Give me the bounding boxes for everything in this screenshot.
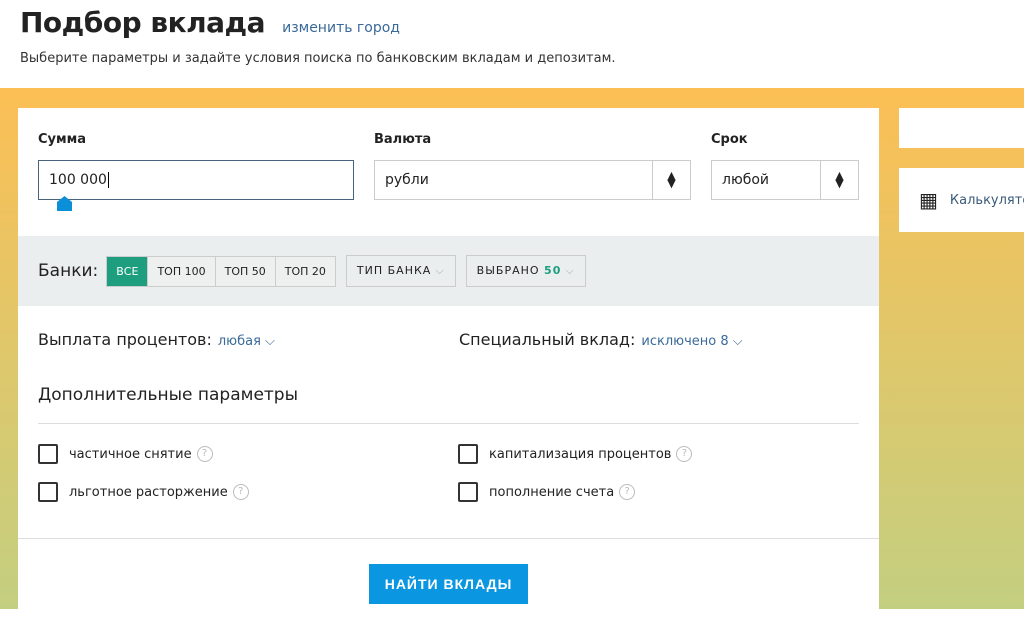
payout-filter: Выплата процентов: любая ⌵ xyxy=(38,330,275,349)
find-deposits-button[interactable]: НАЙТИ ВКЛАДЫ xyxy=(369,564,528,604)
segment-top50[interactable]: ТОП 50 xyxy=(214,256,275,286)
selected-banks-dropdown[interactable]: ВЫБРАНО 50 ⌵ xyxy=(465,255,586,287)
option-label: льготное расторжение xyxy=(69,484,228,500)
change-city-link[interactable]: изменить город xyxy=(282,20,400,36)
sum-label: Сумма xyxy=(38,132,87,147)
selected-count: 50 xyxy=(544,264,562,277)
term-value: любой xyxy=(722,172,770,188)
special-dropdown[interactable]: исключено 8 ⌵ xyxy=(641,334,742,349)
text-cursor xyxy=(107,172,109,188)
currency-select[interactable]: рубли ▲ ▼ xyxy=(374,160,691,200)
chevron-down-icon: ⌵ xyxy=(265,334,275,349)
sum-value: 100 000 xyxy=(49,172,107,188)
help-icon[interactable]: ? xyxy=(196,446,213,462)
special-filter: Специальный вклад: исключено 8 ⌵ xyxy=(459,330,743,349)
checkbox[interactable] xyxy=(458,482,478,502)
updown-arrows-icon: ▲ ▼ xyxy=(820,161,858,199)
segment-top100[interactable]: ТОП 100 xyxy=(147,256,215,286)
bank-type-dropdown[interactable]: ТИП БАНКА ⌵ xyxy=(345,255,456,287)
checkbox[interactable] xyxy=(38,482,58,502)
special-value: исключено 8 xyxy=(641,334,729,349)
term-label: Срок xyxy=(711,132,748,147)
page-header: Подбор вклада изменить город Выберите па… xyxy=(0,0,1024,88)
option-label: капитализация процентов xyxy=(489,446,672,462)
payout-value: любая xyxy=(217,334,261,349)
sum-input[interactable]: 100 000 xyxy=(38,160,354,200)
help-icon[interactable]: ? xyxy=(619,484,636,500)
segment-top20[interactable]: ТОП 20 xyxy=(274,256,335,286)
checkbox[interactable] xyxy=(38,444,58,464)
page-subtitle: Выберите параметры и задайте условия пои… xyxy=(20,51,616,66)
bank-type-label: ТИП БАНКА xyxy=(356,264,432,277)
option-replenishment[interactable]: пополнение счета? xyxy=(458,482,636,502)
updown-arrows-icon: ▲ ▼ xyxy=(652,161,690,199)
banks-label: Банки: xyxy=(38,261,99,281)
extra-params-title: Дополнительные параметры xyxy=(38,385,299,405)
currency-value: рубли xyxy=(385,172,429,188)
sidebar-card xyxy=(899,108,1024,148)
option-label: частичное снятие xyxy=(69,446,192,462)
calculator-link[interactable]: ▦ Калькулятор xyxy=(899,168,1024,232)
term-select[interactable]: любой ▲ ▼ xyxy=(711,160,859,200)
option-early-termination[interactable]: льготное расторжение? xyxy=(38,482,249,502)
option-partial-withdrawal[interactable]: частичное снятие? xyxy=(38,444,213,464)
page-title: Подбор вклада xyxy=(20,6,266,39)
banks-filter: Банки: ВСЕ ТОП 100 ТОП 50 ТОП 20 ТИП БАН… xyxy=(18,236,879,306)
help-icon[interactable]: ? xyxy=(232,484,249,500)
calculator-label: Калькулятор xyxy=(949,192,1024,208)
segment-all[interactable]: ВСЕ xyxy=(107,256,148,286)
currency-label: Валюта xyxy=(374,132,432,147)
special-label: Специальный вклад: xyxy=(459,330,636,349)
chevron-down-icon: ⌵ xyxy=(732,334,743,349)
payout-label: Выплата процентов: xyxy=(38,330,212,349)
help-icon[interactable]: ? xyxy=(676,446,693,462)
chevron-down-icon: ⌵ xyxy=(565,264,575,277)
divider xyxy=(38,423,859,424)
banks-segmented-control: ВСЕ ТОП 100 ТОП 50 ТОП 20 xyxy=(106,255,336,287)
payout-dropdown[interactable]: любая ⌵ xyxy=(218,334,275,349)
calculator-icon: ▦ xyxy=(919,188,938,212)
divider xyxy=(18,538,879,539)
checkbox[interactable] xyxy=(458,444,478,464)
chevron-down-icon: ⌵ xyxy=(435,264,445,277)
option-label: пополнение счета xyxy=(489,484,615,500)
option-capitalization[interactable]: капитализация процентов? xyxy=(458,444,693,464)
search-form: Сумма 100 000 Валюта рубли ▲ ▼ Срок любой ▲… xyxy=(18,108,879,618)
selected-label: ВЫБРАНО xyxy=(476,264,540,277)
